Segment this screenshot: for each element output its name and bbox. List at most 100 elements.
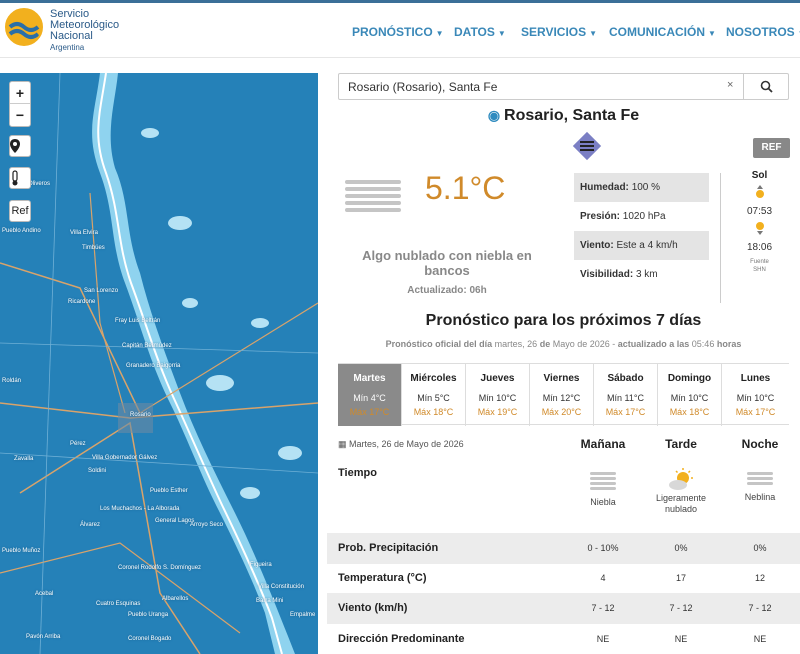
obs-row: Humedad: 100 %	[574, 173, 709, 202]
map-label: Albarellos	[162, 596, 189, 602]
sub-horas: horas	[716, 339, 742, 349]
clear-search-icon[interactable]: ×	[727, 79, 733, 91]
smn-logo-icon[interactable]	[4, 7, 44, 47]
map-label: Acebal	[35, 591, 54, 597]
sub-prefix: Pronóstico oficial del día	[385, 339, 493, 349]
day-name: Miércoles	[410, 373, 457, 384]
map-label: Soldini	[88, 468, 107, 474]
day-name: Martes	[353, 373, 386, 384]
weather-text: Neblina	[744, 492, 776, 502]
day-min: Mín 10°C	[736, 393, 775, 403]
nav-datos[interactable]: DATOS ▼	[454, 25, 506, 39]
day-tab-martes[interactable]: Martes Mín 4°C Máx 17°C	[338, 364, 402, 426]
map-label: Pueblo Muñoz	[2, 548, 41, 554]
map-ref-button[interactable]: Ref	[9, 200, 31, 222]
map-label: Rosario	[130, 412, 151, 418]
row-value: 0%	[753, 543, 767, 553]
location-pin-button[interactable]	[9, 135, 31, 157]
zoom-out-button[interactable]: −	[10, 104, 30, 126]
map-label: Timbúes	[82, 245, 105, 251]
day-tab-sabado[interactable]: Sábado Mín 11°C Máx 17°C	[594, 364, 658, 426]
day-tab-lunes[interactable]: Lunes Mín 10°C Máx 17°C	[722, 364, 789, 426]
col-noche: Noche	[741, 437, 779, 451]
nav-comunicacion[interactable]: COMUNICACIÓN ▼	[609, 25, 716, 39]
nav-label: DATOS	[454, 25, 495, 39]
zoom-in-button[interactable]: +	[10, 82, 30, 104]
row-value: 0 - 10%	[587, 543, 619, 553]
map-label: Coronel Bogado	[128, 636, 172, 642]
day-min: Mín 10°C	[670, 393, 709, 403]
day-max: Máx 17°C	[605, 407, 646, 417]
detail-row-temperature: Temperatura (°C) 4 17 12	[327, 563, 800, 594]
row-value: 7 - 12	[669, 603, 693, 613]
sunrise-icon	[755, 185, 764, 198]
logo-text[interactable]: Servicio Meteorológico Nacional Argentin…	[50, 9, 119, 53]
day-tab-domingo[interactable]: Domingo Mín 10°C Máx 18°C	[658, 364, 722, 426]
ref-button[interactable]: REF	[753, 138, 790, 158]
day-tab-miercoles[interactable]: Miércoles Mín 5°C Máx 18°C	[402, 364, 466, 426]
search-box: ×	[338, 73, 789, 100]
obs-row: Visibilidad: 3 km	[574, 260, 709, 289]
tiempo-label: Tiempo	[338, 467, 377, 479]
day-min: Mín 10°C	[478, 393, 517, 403]
map-label: General Lagos	[155, 518, 195, 524]
day-tab-jueves[interactable]: Jueves Mín 10°C Máx 19°C	[466, 364, 530, 426]
sunset-time: 18:06	[746, 242, 773, 253]
col-manana: Mañana	[580, 437, 626, 451]
map-label: Villa Elvira	[70, 230, 98, 236]
forecast-subtitle: Pronóstico oficial del día martes, 26 de…	[327, 339, 800, 349]
map-label: Pavón Arriba	[26, 634, 61, 640]
search-button[interactable]	[743, 74, 788, 99]
temperature-layer-button[interactable]	[9, 167, 31, 189]
current-temperature: 5.1°C	[425, 170, 506, 206]
day-name: Domingo	[667, 373, 712, 384]
weather-text: Niebla	[590, 497, 616, 507]
forecast-panel: × ◉Rosario, Santa Fe REF 5.1°C Algo nubl…	[327, 73, 800, 654]
location-name: Rosario, Santa Fe	[504, 107, 640, 124]
weather-manana: Niebla	[563, 470, 643, 508]
site-header: Servicio Meteorológico Nacional Argentin…	[0, 0, 800, 58]
caret-down-icon: ▼	[589, 29, 598, 38]
row-value: 12	[754, 573, 765, 583]
caret-down-icon: ▼	[435, 29, 444, 38]
sun-source-line: Fuente	[750, 259, 769, 265]
map-pin-icon	[10, 139, 20, 153]
row-value: NE	[596, 634, 610, 644]
row-value: 17	[675, 573, 686, 583]
sun-source-line: SHN	[753, 267, 766, 273]
obs-label: Presión:	[580, 211, 621, 222]
sub-updated: actualizado a las	[617, 339, 690, 349]
fog-icon	[590, 472, 616, 490]
day-max: Máx 17°C	[735, 407, 776, 417]
sunset-icon	[755, 222, 764, 235]
day-max: Máx 18°C	[669, 407, 710, 417]
detail-date-text: Martes, 26 de Mayo de 2026	[349, 439, 464, 449]
row-value: 4	[600, 573, 606, 583]
nav-nosotros[interactable]: NOSOTROS▼	[726, 25, 800, 39]
day-name: Viernes	[543, 373, 580, 384]
search-input[interactable]	[339, 74, 744, 99]
day-tab-viernes[interactable]: Viernes Mín 12°C Máx 20°C	[530, 364, 594, 426]
divider	[720, 173, 721, 303]
day-min: Mín 12°C	[542, 393, 581, 403]
map-label: Villa Gobernador Gálvez	[92, 455, 158, 461]
map-label: Empalme	[290, 612, 316, 618]
row-value: NE	[753, 634, 767, 644]
logo-line-4: Argentina	[50, 43, 85, 52]
day-min: Mín 11°C	[607, 393, 644, 403]
row-label: Dirección Predominante	[338, 633, 465, 645]
obs-row: Viento: Este a 4 km/h	[574, 231, 709, 260]
map-label: Figueira	[250, 562, 272, 568]
map-label: Pérez	[70, 441, 86, 447]
nav-pronostico[interactable]: PRONÓSTICO ▼	[352, 25, 444, 39]
logo-line-3: Nacional	[50, 30, 93, 42]
day-tabs: Martes Mín 4°C Máx 17°C Miércoles Mín 5°…	[338, 363, 789, 426]
map-label: Oliveros	[28, 181, 51, 187]
row-label: Viento (km/h)	[338, 602, 408, 614]
thermometer-icon	[12, 170, 18, 186]
day-max: Máx 20°C	[541, 407, 582, 417]
map-label: Roldán	[2, 378, 22, 384]
day-max: Máx 18°C	[413, 407, 454, 417]
nav-servicios[interactable]: SERVICIOS ▼	[521, 25, 597, 39]
map-view[interactable]: Pueblo Andino Villa Elvira Timbúes Olive…	[0, 73, 318, 654]
